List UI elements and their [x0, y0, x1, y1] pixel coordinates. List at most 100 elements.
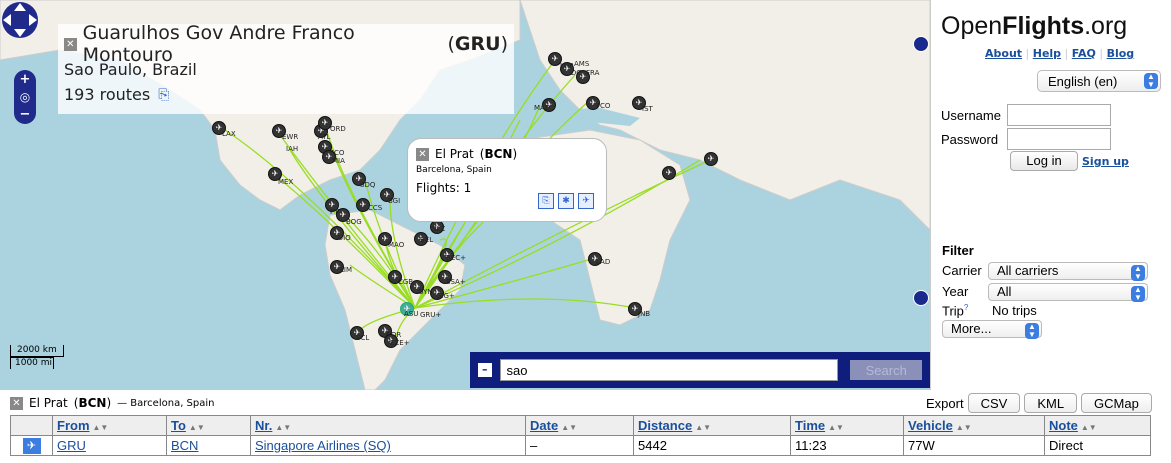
- airport-label: MEX: [278, 178, 294, 186]
- help-link[interactable]: Help: [1033, 47, 1061, 60]
- airport-label: JNB: [638, 310, 651, 318]
- popup-city: Barcelona, Spain: [416, 165, 492, 175]
- year-select[interactable]: All ▲ ▼: [988, 283, 1148, 302]
- column-nr[interactable]: Nr. ▲▼: [250, 415, 526, 436]
- popup-airport-code: BCN: [484, 147, 513, 161]
- export-kml-button[interactable]: KML: [1024, 393, 1078, 413]
- faq-link[interactable]: FAQ: [1072, 47, 1096, 60]
- routes-count: 193 routes: [64, 85, 151, 104]
- airport-label: GYN: [418, 288, 433, 296]
- airport-marker[interactable]: ✈: [704, 152, 718, 166]
- close-icon[interactable]: ✕: [416, 147, 429, 161]
- about-link[interactable]: About: [985, 47, 1022, 60]
- help-icon[interactable]: ?: [964, 303, 968, 312]
- note-cell: Direct: [1044, 435, 1151, 456]
- search-bar: – Search: [470, 352, 930, 388]
- airport-label: CCS: [368, 204, 383, 212]
- airport-label: LIM: [340, 266, 353, 274]
- from-link[interactable]: GRU: [57, 438, 86, 453]
- icon-column-header: [10, 415, 53, 436]
- logo-open: Open: [941, 12, 1003, 40]
- table-row[interactable]: ✈ GRU BCN Singapore Airlines (SQ) – 5442…: [10, 435, 1151, 456]
- minimize-icon[interactable]: –: [478, 363, 492, 377]
- column-note[interactable]: Note ▲▼: [1044, 415, 1151, 436]
- copy-icon[interactable]: ⎘: [538, 193, 554, 209]
- export-gcmap-button[interactable]: GCMap: [1081, 393, 1152, 413]
- zoom-in-button[interactable]: +: [20, 72, 31, 87]
- pan-control[interactable]: [0, 0, 40, 40]
- more-select[interactable]: More... ▲ ▼: [942, 320, 1042, 339]
- airport-label: LHR: [560, 62, 575, 70]
- result-heading: ✕ El Prat (BCN) — Barcelona, Spain: [10, 396, 215, 410]
- airport-label: EZE+: [390, 339, 410, 347]
- globe-icon[interactable]: ◎: [20, 90, 30, 104]
- filter-heading: Filter: [942, 243, 974, 258]
- column-date[interactable]: Date ▲▼: [525, 415, 634, 436]
- chevron-down-icon: ▲ ▼: [1131, 265, 1145, 281]
- airport-marker[interactable]: ✈: [662, 166, 676, 180]
- airport-label: BGI: [388, 197, 401, 205]
- column-to[interactable]: To ▲▼: [166, 415, 251, 436]
- chevron-down-icon: ▲ ▼: [1131, 286, 1145, 302]
- flight-icon[interactable]: ✈: [578, 193, 594, 209]
- language-value: English (en): [1048, 74, 1118, 89]
- chevron-down-icon: ▲ ▼: [1025, 323, 1039, 339]
- chevron-down-icon: ▲ ▼: [1144, 73, 1158, 89]
- airport-label: ORD: [330, 125, 346, 133]
- column-time[interactable]: Time ▲▼: [790, 415, 904, 436]
- logo-org: .org: [1084, 12, 1128, 40]
- search-button[interactable]: Search: [850, 360, 922, 380]
- result-airport-code: BCN: [78, 396, 107, 410]
- result-panel: ✕ El Prat (BCN) — Barcelona, Spain Expor…: [0, 390, 1171, 463]
- trip-label: Trip?: [942, 303, 969, 319]
- close-icon[interactable]: ✕: [10, 396, 23, 410]
- close-icon[interactable]: ✕: [64, 37, 77, 51]
- map-scale: 2000 km 1000 mi: [10, 345, 64, 369]
- distance-cell: 5442: [633, 435, 791, 456]
- search-input[interactable]: [499, 359, 839, 381]
- export-controls: Export CSV KML GCMap: [926, 393, 1152, 413]
- password-label: Password: [941, 132, 999, 147]
- airport-label: IST: [642, 105, 653, 113]
- airport-code: GRU: [454, 33, 501, 55]
- year-label: Year: [942, 284, 969, 299]
- blog-link[interactable]: Blog: [1107, 47, 1135, 60]
- airport-label: AMS: [574, 60, 590, 68]
- table-header-row: From ▲▼ To ▲▼ Nr. ▲▼ Date ▲▼ Distance ▲▼ Time…: [10, 415, 1151, 436]
- airport-popup: ✕ El Prat (BCN) Barcelona, Spain Flights…: [407, 138, 607, 222]
- airport-label: LAX: [222, 130, 236, 138]
- airport-label: ASU: [404, 310, 419, 318]
- airport-label: MAD: [534, 104, 551, 112]
- airport-label: SSA+: [446, 278, 466, 286]
- network-icon[interactable]: ✱: [558, 193, 574, 209]
- scale-mi: 1000 mi: [10, 357, 54, 369]
- logo-flights: Flights: [1002, 12, 1085, 40]
- carrier-label: Carrier: [942, 263, 982, 278]
- to-link[interactable]: BCN: [171, 438, 198, 453]
- airport-label: SDQ: [360, 181, 376, 189]
- password-field[interactable]: [1007, 128, 1111, 150]
- login-button[interactable]: Log in: [1010, 151, 1078, 171]
- map-view[interactable]: ✈ LAX ✈ EWR IAH ✈ ATL ✈ ORD ✈ MCO ✈ MIA …: [0, 0, 930, 390]
- airport-label: BEL: [420, 236, 434, 244]
- copy-icon[interactable]: ⎘: [158, 87, 169, 103]
- username-field[interactable]: [1007, 104, 1111, 126]
- trip-value: No trips: [992, 303, 1037, 318]
- flights-table: From ▲▼ To ▲▼ Nr. ▲▼ Date ▲▼ Distance ▲▼ Time…: [10, 415, 1151, 456]
- language-select[interactable]: English (en) ▲ ▼: [1037, 70, 1161, 92]
- column-from[interactable]: From ▲▼: [52, 415, 167, 436]
- logo[interactable]: OpenFlights.org: [941, 12, 1127, 41]
- plane-icon[interactable]: ✈: [22, 438, 41, 454]
- carrier-value: All carriers: [997, 263, 1059, 278]
- signup-link[interactable]: Sign up: [1082, 155, 1129, 168]
- column-distance[interactable]: Distance ▲▼: [633, 415, 791, 436]
- date-cell: –: [525, 435, 634, 456]
- carrier-select[interactable]: All carriers ▲ ▼: [988, 262, 1148, 281]
- export-csv-button[interactable]: CSV: [967, 393, 1021, 413]
- map-edge-button[interactable]: [913, 290, 929, 306]
- airline-link[interactable]: Singapore Airlines (SQ): [255, 438, 391, 453]
- zoom-out-button[interactable]: −: [20, 107, 31, 122]
- year-value: All: [997, 284, 1012, 299]
- map-edge-button[interactable]: [913, 36, 929, 52]
- column-vehicle[interactable]: Vehicle ▲▼: [903, 415, 1045, 436]
